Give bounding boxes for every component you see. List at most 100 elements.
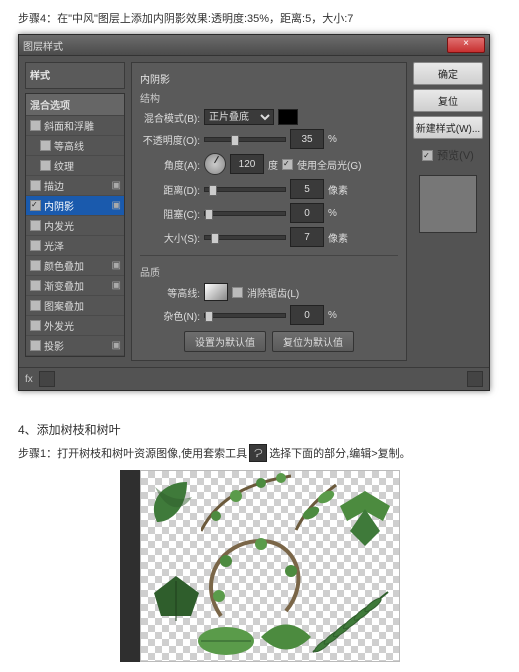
effect-item-2[interactable]: 纹理: [26, 156, 124, 176]
effect-label: 投影: [44, 338, 64, 353]
effect-item-6[interactable]: 光泽: [26, 236, 124, 256]
effect-checkbox[interactable]: [40, 160, 51, 171]
color-swatch[interactable]: [278, 109, 298, 125]
preview-swatch: [419, 175, 477, 233]
effect-checkbox[interactable]: [30, 240, 41, 251]
choke-slider[interactable]: [204, 211, 286, 216]
effect-item-8[interactable]: 渐变叠加 ▣: [26, 276, 124, 296]
effect-label: 等高线: [54, 138, 84, 153]
effect-item-9[interactable]: 图案叠加: [26, 296, 124, 316]
plus-icon[interactable]: ▣: [112, 340, 121, 351]
layer-style-dialog: 图层样式 × 样式 混合选项 斜面和浮雕等高线纹理描边▣内阴影▣内发光光泽颜色叠…: [18, 34, 490, 391]
close-icon[interactable]: ×: [447, 37, 485, 53]
blend-mode-select[interactable]: 正片叠底: [204, 109, 274, 125]
effect-checkbox[interactable]: [30, 340, 41, 351]
quality-label: 品质: [140, 264, 398, 279]
effect-checkbox[interactable]: [30, 200, 41, 211]
structure-label: 结构: [140, 90, 398, 105]
trash-icon[interactable]: [467, 371, 483, 387]
size-input[interactable]: [290, 227, 324, 247]
effect-label: 内阴影: [44, 198, 74, 213]
effect-checkbox[interactable]: [30, 220, 41, 231]
effects-list: 混合选项 斜面和浮雕等高线纹理描边 ▣ 内阴影 ▣ 内发光光泽颜色叠加 ▣ 渐变叠加 ▣ 图案叠…: [25, 93, 125, 357]
plus-icon[interactable]: ▣: [112, 280, 121, 291]
section4-step1: 步骤1：打开树枝和树叶资源图像,使用套索工具 选择下面的部分,编辑>复制。: [18, 444, 501, 462]
effect-item-3[interactable]: 描边 ▣: [26, 176, 124, 196]
preview-checkbox[interactable]: [422, 150, 433, 161]
effect-label: 图案叠加: [44, 298, 84, 313]
noise-slider[interactable]: [204, 313, 286, 318]
styles-header: 样式: [30, 67, 120, 82]
footer-icon[interactable]: [39, 371, 55, 387]
new-style-button[interactable]: 新建样式(W)...: [413, 116, 483, 139]
angle-dial[interactable]: [204, 153, 226, 175]
effect-checkbox[interactable]: [30, 320, 41, 331]
effect-label: 斜面和浮雕: [44, 118, 94, 133]
angle-label: 角度(A):: [140, 157, 200, 172]
effect-checkbox[interactable]: [30, 260, 41, 271]
effect-checkbox[interactable]: [30, 300, 41, 311]
distance-slider[interactable]: [204, 187, 286, 192]
effect-label: 渐变叠加: [44, 278, 84, 293]
effect-label: 纹理: [54, 158, 74, 173]
reset-default-button[interactable]: 复位为默认值: [272, 331, 354, 352]
lasso-icon: [249, 444, 267, 462]
leaf-icon: [261, 617, 311, 657]
noise-input[interactable]: [290, 305, 324, 325]
contour-picker[interactable]: [204, 283, 228, 301]
styles-box: 样式: [25, 62, 125, 89]
plus-icon[interactable]: ▣: [112, 260, 121, 271]
angle-input[interactable]: [230, 154, 264, 174]
effect-item-0[interactable]: 斜面和浮雕: [26, 116, 124, 136]
section4-heading: 4、添加树枝和树叶: [18, 421, 501, 438]
inner-shadow-panel: 内阴影 结构 混合模式(B): 正片叠底 不透明度(O): % 角度(A: [131, 62, 407, 361]
vine-circle-icon: [201, 526, 301, 626]
opacity-slider[interactable]: [204, 137, 286, 142]
effect-item-1[interactable]: 等高线: [26, 136, 124, 156]
leaf-icon: [335, 491, 395, 546]
fx-label: fx: [25, 374, 33, 385]
size-slider[interactable]: [204, 235, 286, 240]
global-light-label: 使用全局光(G): [297, 157, 361, 172]
blend-options-header[interactable]: 混合选项: [26, 94, 124, 116]
global-light-checkbox[interactable]: [282, 159, 293, 170]
effect-checkbox[interactable]: [30, 120, 41, 131]
effect-item-5[interactable]: 内发光: [26, 216, 124, 236]
contour-label: 等高线:: [140, 285, 200, 300]
effect-label: 外发光: [44, 318, 74, 333]
blend-mode-label: 混合模式(B):: [140, 110, 200, 125]
fern-icon: [308, 587, 393, 657]
opacity-label: 不透明度(O):: [140, 132, 200, 147]
distance-input[interactable]: [290, 179, 324, 199]
ivy-icon: [149, 571, 204, 626]
plus-icon[interactable]: ▣: [112, 180, 121, 191]
effect-checkbox[interactable]: [40, 140, 51, 151]
size-label: 大小(S):: [140, 230, 200, 245]
effect-checkbox[interactable]: [30, 180, 41, 191]
dialog-footer: fx: [19, 367, 489, 390]
effect-label: 颜色叠加: [44, 258, 84, 273]
effect-label: 光泽: [44, 238, 64, 253]
panel-title: 内阴影: [140, 71, 398, 86]
opacity-input[interactable]: [290, 129, 324, 149]
make-default-button[interactable]: 设置为默认值: [184, 331, 266, 352]
effect-checkbox[interactable]: [30, 280, 41, 291]
effect-item-11[interactable]: 投影 ▣: [26, 336, 124, 356]
effect-item-7[interactable]: 颜色叠加 ▣: [26, 256, 124, 276]
assets-image: [120, 470, 400, 662]
effect-label: 内发光: [44, 218, 74, 233]
noise-label: 杂色(N):: [140, 308, 200, 323]
antialias-label: 消除锯齿(L): [247, 285, 299, 300]
leaf-icon: [147, 477, 197, 527]
effect-item-4[interactable]: 内阴影 ▣: [26, 196, 124, 216]
antialias-checkbox[interactable]: [232, 287, 243, 298]
effect-item-10[interactable]: 外发光: [26, 316, 124, 336]
choke-input[interactable]: [290, 203, 324, 223]
cancel-button[interactable]: 复位: [413, 89, 483, 112]
plus-icon[interactable]: ▣: [112, 200, 121, 211]
effect-label: 描边: [44, 178, 64, 193]
leaf-icon: [196, 621, 256, 661]
distance-label: 距离(D):: [140, 182, 200, 197]
choke-label: 阻塞(C):: [140, 206, 200, 221]
ok-button[interactable]: 确定: [413, 62, 483, 85]
